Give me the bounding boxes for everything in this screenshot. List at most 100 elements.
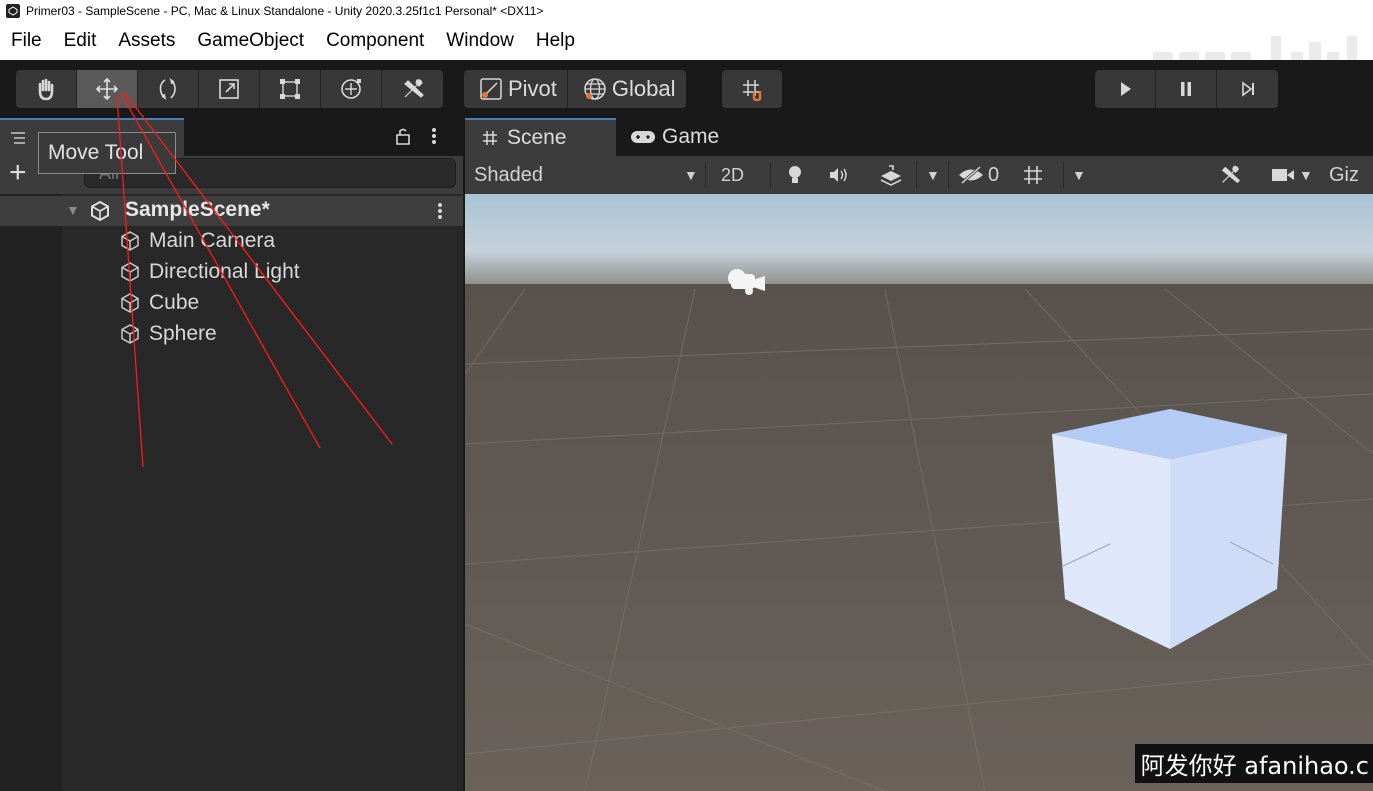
playmode-controls: [1095, 70, 1278, 108]
hand-icon: [38, 78, 54, 101]
lightbulb-icon: [789, 166, 801, 183]
lock-icon[interactable]: [393, 126, 413, 146]
grid-snap-icon: [743, 80, 762, 102]
transform-tool-button[interactable]: [321, 70, 382, 108]
grid-dropdown-arrow[interactable]: ▼: [1072, 156, 1086, 194]
grid-icon: [483, 131, 497, 145]
2d-toggle-button[interactable]: 2D: [721, 156, 744, 194]
rect-tool-button[interactable]: [260, 70, 321, 108]
hierarchy-item-sphere[interactable]: Sphere: [118, 319, 217, 349]
dropdown-arrow-icon: ▼: [1299, 167, 1313, 183]
hierarchy-tree: ▼ SampleScene* Main Camera Directional L…: [0, 194, 463, 791]
grid-snap-button[interactable]: [722, 70, 782, 108]
toolbar-divider: [1063, 162, 1064, 188]
hierarchy-item-label: Directional Light: [149, 260, 300, 283]
menu-bar: File Edit Assets GameObject Component Wi…: [0, 22, 1373, 82]
rotate-tool-button[interactable]: [138, 70, 199, 108]
menu-edit[interactable]: Edit: [64, 30, 97, 52]
scene-menu-icon[interactable]: [434, 198, 446, 222]
menu-help[interactable]: Help: [536, 30, 575, 52]
menu-component[interactable]: Component: [326, 30, 424, 52]
grid-snap-icon: [1024, 166, 1042, 184]
hierarchy-item-directional-light[interactable]: Directional Light: [118, 257, 300, 287]
scene-tab-bar: Scene Game: [465, 118, 1373, 156]
toolbar-divider: [916, 162, 917, 188]
gizmos-dropdown[interactable]: Giz: [1329, 156, 1359, 194]
menu-window[interactable]: Window: [446, 30, 514, 52]
tools-icon: [1221, 165, 1241, 184]
speaker-icon: [830, 168, 847, 182]
effects-dropdown-arrow[interactable]: ▼: [926, 156, 940, 194]
toolbar-divider: [705, 162, 706, 188]
hierarchy-list-icon: [11, 132, 25, 144]
tab-game[interactable]: Game: [630, 118, 719, 156]
tab-scene[interactable]: Scene: [465, 118, 616, 156]
gameobject-cube-icon: [121, 293, 139, 313]
scale-tool-button[interactable]: [199, 70, 260, 108]
tools-icon: [403, 79, 424, 98]
menu-assets[interactable]: Assets: [118, 30, 175, 52]
rect-icon: [280, 79, 300, 99]
play-icon: [1121, 82, 1131, 96]
scene-viewport[interactable]: 阿发你好 afanihao.c: [465, 194, 1373, 791]
create-plus-icon[interactable]: +: [9, 158, 27, 188]
play-button[interactable]: [1095, 70, 1156, 108]
scene-panel: Scene Game Shaded ▼ 2D ▼ 0 ▼ ▼ Giz 阿发你好 …: [465, 118, 1373, 791]
hierarchy-item-main-camera[interactable]: Main Camera: [118, 226, 275, 256]
unity-scene-icon: [91, 200, 109, 222]
hierarchy-left-strip: [0, 194, 62, 791]
global-toggle-button[interactable]: Global: [568, 70, 686, 108]
tab-scene-label: Scene: [507, 126, 567, 149]
effects-toggle-button[interactable]: [878, 156, 904, 194]
scene-root-row[interactable]: ▼ SampleScene*: [0, 196, 463, 226]
hierarchy-item-cube[interactable]: Cube: [118, 288, 199, 318]
scene-name: SampleScene*: [125, 198, 270, 221]
scale-icon: [219, 79, 239, 99]
scene-tools-button[interactable]: [1217, 156, 1243, 194]
hierarchy-menu-icon[interactable]: [428, 124, 440, 148]
pivot-icon: [480, 78, 502, 100]
scene-view-toolbar: Shaded ▼ 2D ▼ 0 ▼ ▼ Giz: [465, 156, 1373, 194]
hidden-objects-toggle[interactable]: 0: [957, 156, 999, 194]
transform-icon: [341, 79, 361, 99]
move-tool-tooltip: Move Tool: [38, 132, 176, 174]
lighting-toggle-button[interactable]: [785, 156, 805, 194]
camera-settings-button[interactable]: ▼: [1270, 156, 1313, 194]
main-toolbar: Pivot Global: [0, 60, 1373, 118]
2d-label: 2D: [721, 164, 745, 185]
hand-tool-button[interactable]: [16, 70, 77, 108]
global-label: Global: [611, 76, 676, 101]
shading-mode-label: Shaded: [474, 163, 543, 186]
menu-gameobject[interactable]: GameObject: [197, 30, 304, 52]
move-icon: [95, 77, 119, 101]
eye-hidden-icon: [959, 165, 983, 185]
menu-file[interactable]: File: [11, 30, 42, 52]
gizmos-label: Giz: [1329, 163, 1359, 186]
watermark-text: 阿发你好 afanihao.c: [1134, 744, 1373, 783]
gameobject-cube-icon: [121, 231, 139, 251]
transform-tools-group: [16, 70, 443, 108]
custom-tool-button[interactable]: [382, 70, 443, 108]
effects-layers-icon: [880, 165, 902, 186]
shading-mode-dropdown[interactable]: Shaded ▼: [474, 156, 698, 194]
gameobject-cube-icon: [121, 262, 139, 282]
step-button[interactable]: [1217, 70, 1278, 108]
pivot-global-group: Pivot Global: [464, 70, 686, 108]
unity-app-icon: [6, 4, 20, 18]
expand-arrow-icon[interactable]: ▼: [66, 202, 80, 218]
hierarchy-item-label: Main Camera: [149, 229, 276, 252]
gameobject-cube-icon: [121, 324, 139, 344]
scene-grid-button[interactable]: [1020, 156, 1046, 194]
hierarchy-panel: + ▼ SampleScene* Main Camera Directional…: [0, 118, 463, 791]
move-tool-button[interactable]: [77, 70, 138, 108]
gamepad-icon: [631, 131, 655, 143]
camera-icon: [1272, 169, 1294, 181]
tab-game-label: Game: [662, 125, 720, 148]
scene-viewport-render: [465, 194, 1373, 791]
hierarchy-item-label: Cube: [149, 291, 200, 314]
pause-button[interactable]: [1156, 70, 1217, 108]
dropdown-arrow-icon: ▼: [684, 167, 698, 183]
audio-toggle-button[interactable]: [827, 156, 849, 194]
pivot-toggle-button[interactable]: Pivot: [464, 70, 568, 108]
toolbar-divider: [948, 162, 949, 188]
